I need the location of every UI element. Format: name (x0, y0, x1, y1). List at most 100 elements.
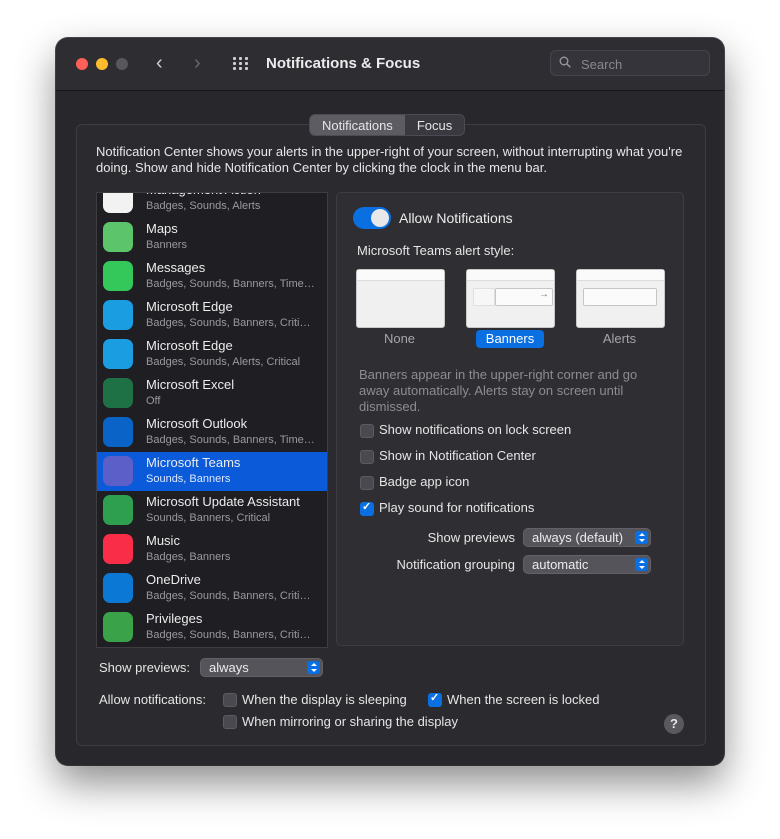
allow-notifications-toggle[interactable] (353, 207, 391, 229)
notification-grouping-popup[interactable]: automatic (523, 555, 651, 574)
edge-icon (103, 339, 133, 369)
outlook-icon (103, 417, 133, 447)
app-list-item[interactable]: Microsoft Teams Sounds, Banners (97, 452, 327, 491)
close-button[interactable] (76, 58, 88, 70)
notification-center-label: Show in Notification Center (379, 448, 536, 463)
tab-control: Notifications Focus (309, 114, 466, 136)
app-notification-summary: Badges, Sounds, Banners, Criti… (146, 629, 311, 641)
screen-locked-label: When the screen is locked (447, 692, 600, 707)
panel-description: Notification Center shows your alerts in… (96, 144, 683, 175)
search-field[interactable] (550, 50, 710, 76)
mirroring-checkbox[interactable] (223, 715, 237, 729)
app-list-item[interactable]: Microsoft Outlook Badges, Sounds, Banners… (97, 413, 327, 452)
onedrive-icon (103, 573, 133, 603)
app-list-item[interactable]: Microsoft Excel Off (97, 374, 327, 413)
display-sleeping-label: When the display is sleeping (242, 692, 407, 707)
minimize-button[interactable] (96, 58, 108, 70)
app-list[interactable]: Management ActionBadges, Sounds, AlertsM… (96, 192, 328, 648)
app-name: Microsoft Excel (146, 377, 235, 392)
app-list-item[interactable]: Messages Badges, Sounds, Banners, Time… (97, 257, 327, 296)
app-notification-summary: Sounds, Banners, Critical (146, 512, 271, 524)
maps-icon (103, 222, 133, 252)
help-button[interactable]: ? (664, 714, 684, 734)
app-notification-summary: Badges, Banners (146, 551, 231, 563)
play-sound-checkbox[interactable] (360, 500, 374, 516)
lock-screen-label: Show notifications on lock screen (379, 422, 572, 437)
badge-app-icon-label: Badge app icon (379, 474, 470, 489)
app-notification-summary: Badges, Sounds, Banners, Time… (146, 434, 315, 446)
show-previews-label: Show previews (427, 530, 515, 545)
title-bar: ‹ › Notifications & Focus (56, 38, 724, 91)
popup-chevron-icon (635, 531, 648, 544)
app-list-item[interactable]: Microsoft Edge Badges, Sounds, Alerts, Cr… (97, 335, 327, 374)
app-notification-summary: Badges, Sounds, Banners, Criti… (146, 317, 311, 329)
badge-app-icon-checkbox[interactable] (360, 476, 374, 490)
display-sleeping-checkbox[interactable] (223, 693, 237, 707)
style-none-preview[interactable] (356, 269, 445, 328)
play-sound-label: Play sound for notifications (379, 500, 535, 515)
app-list-item[interactable]: Microsoft Edge Badges, Sounds, Banners, C… (97, 296, 327, 335)
window-title: Notifications & Focus (266, 55, 421, 72)
app-list-item[interactable]: Maps Banners (97, 218, 327, 257)
app-notification-summary: Badges, Sounds, Banners, Time… (146, 278, 315, 290)
notification-grouping-value: automatic (532, 557, 589, 572)
allow-notifications-label: Allow Notifications (399, 210, 513, 226)
screen-locked-checkbox[interactable] (428, 691, 442, 707)
app-list-item[interactable]: Management Action Badges, Sounds, Alerts (97, 193, 327, 218)
notification-center-checkbox[interactable] (360, 450, 374, 464)
show-previews-value: always (default) (532, 530, 624, 545)
app-name: Microsoft Teams (146, 455, 241, 470)
style-banners-preview[interactable]: → (466, 269, 555, 328)
alert-style-explanation: Banners appear in the upper-right corner… (359, 367, 638, 414)
preferences-window: ‹ › Notifications & Focus Notifications … (56, 38, 724, 765)
popup-chevron-icon (307, 661, 320, 674)
edge-icon (103, 300, 133, 330)
style-none-label[interactable]: None (356, 331, 443, 346)
zoom-button[interactable] (116, 58, 128, 70)
app-notification-summary: Banners (146, 239, 187, 251)
global-show-previews-value: always (209, 660, 249, 675)
notification-grouping-label: Notification grouping (396, 557, 515, 572)
app-notification-summary: Badges, Sounds, Alerts, Critical (146, 356, 301, 368)
music-icon (103, 534, 133, 564)
global-show-previews-popup[interactable]: always (200, 658, 323, 677)
show-previews-popup[interactable]: always (default) (523, 528, 651, 547)
style-alerts-label[interactable]: Alerts (576, 331, 663, 346)
app-name: Microsoft Edge (146, 299, 233, 314)
app-detail-pane: Allow Notifications Microsoft Teams aler… (336, 192, 684, 646)
app-name: Microsoft Edge (146, 338, 233, 353)
app-notification-summary: Off (146, 395, 161, 407)
excel-icon (103, 378, 133, 408)
popup-chevron-icon (635, 558, 648, 571)
style-alerts-preview[interactable] (576, 269, 665, 328)
app-name: OneDrive (146, 572, 201, 587)
tab-notifications[interactable]: Notifications (310, 115, 405, 135)
tab-focus[interactable]: Focus (405, 115, 464, 135)
allow-notifications-when-label: Allow notifications: (99, 692, 206, 707)
search-input[interactable] (579, 55, 703, 73)
app-list-item[interactable]: Music Badges, Banners (97, 530, 327, 569)
app-name: Privileges (146, 611, 203, 626)
messages-icon (103, 261, 133, 291)
forward-button[interactable]: › (194, 52, 201, 75)
mirroring-label: When mirroring or sharing the display (242, 714, 459, 729)
style-banners-label[interactable]: Banners (476, 330, 544, 348)
management-action-icon (103, 193, 133, 213)
lock-screen-checkbox[interactable] (360, 424, 374, 438)
app-notification-summary: Sounds, Banners (146, 473, 231, 485)
update-assistant-icon (103, 495, 133, 525)
app-name: Microsoft Outlook (146, 416, 248, 431)
app-list-item[interactable]: OneDrive Badges, Sounds, Banners, Criti… (97, 569, 327, 608)
show-all-grid-icon[interactable] (233, 57, 249, 71)
teams-icon (103, 456, 133, 486)
app-list-item[interactable]: Microsoft Update Assistant Sounds, Banner… (97, 491, 327, 530)
back-button[interactable]: ‹ (156, 52, 163, 75)
app-list-item[interactable]: Privileges Badges, Sounds, Banners, Criti… (97, 608, 327, 647)
alert-style-label: Microsoft Teams alert style: (357, 243, 515, 258)
app-name: Messages (146, 260, 206, 275)
app-name: Maps (146, 221, 178, 236)
app-notification-summary: Badges, Sounds, Banners, Criti… (146, 590, 311, 602)
app-name: Microsoft Update Assistant (146, 494, 300, 509)
global-show-previews-label: Show previews: (99, 660, 191, 675)
app-notification-summary: Badges, Sounds, Alerts (146, 200, 261, 212)
